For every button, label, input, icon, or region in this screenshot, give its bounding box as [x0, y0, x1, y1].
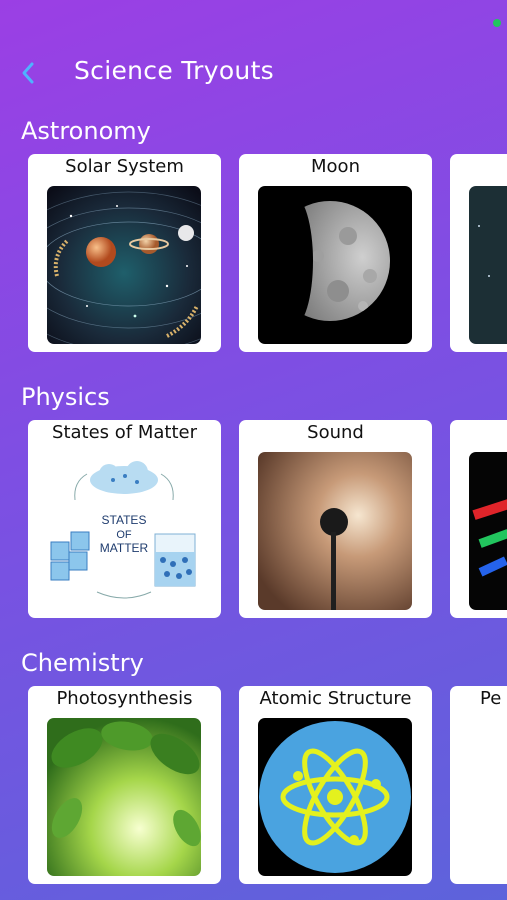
- matter-line1: STATES: [102, 513, 147, 527]
- card-astronomy-3[interactable]: [450, 154, 507, 352]
- matter-line3: MATTER: [100, 541, 149, 555]
- card-label: Solar System: [65, 156, 184, 177]
- card-label: Sound: [307, 422, 364, 443]
- moon-image: [258, 186, 412, 344]
- card-moon[interactable]: Moon: [239, 154, 432, 352]
- galaxy-image: [469, 186, 507, 344]
- matter-line2: OF: [116, 529, 132, 541]
- status-indicator: [493, 19, 501, 27]
- app-header: Science Tryouts: [0, 52, 507, 94]
- card-row[interactable]: Solar System Moon: [28, 154, 507, 354]
- card-sound[interactable]: Sound: [239, 420, 432, 618]
- states-of-matter-image: STATES OF MATTER: [47, 452, 201, 610]
- section-title: Chemistry: [21, 649, 144, 677]
- card-label: Photosynthesis: [56, 688, 193, 709]
- back-button[interactable]: [14, 56, 42, 90]
- light-image: [469, 452, 507, 610]
- card-label: Atomic Structure: [259, 688, 412, 709]
- page-title: Science Tryouts: [74, 56, 274, 85]
- sound-image: [258, 452, 412, 610]
- card-atomic-structure[interactable]: Atomic Structure: [239, 686, 432, 884]
- card-label: Pe: [480, 688, 502, 709]
- chevron-left-icon: [22, 62, 34, 84]
- section-title: Astronomy: [21, 117, 151, 145]
- card-physics-3[interactable]: [450, 420, 507, 618]
- card-states-of-matter[interactable]: States of Matter STATES OF MATTER: [28, 420, 221, 618]
- photosynthesis-image: [47, 718, 201, 876]
- card-label: Moon: [311, 156, 360, 177]
- card-solar-system[interactable]: Solar System: [28, 154, 221, 352]
- solar-system-image: [47, 186, 201, 344]
- card-row[interactable]: Photosynthesis Atomic Structure Pe: [28, 686, 507, 886]
- card-chemistry-3[interactable]: Pe: [450, 686, 507, 884]
- section-title: Physics: [21, 383, 110, 411]
- card-label: States of Matter: [52, 422, 197, 443]
- card-row[interactable]: States of Matter STATES OF MATTER Sound: [28, 420, 507, 620]
- atomic-structure-image: [258, 718, 412, 876]
- card-photosynthesis[interactable]: Photosynthesis: [28, 686, 221, 884]
